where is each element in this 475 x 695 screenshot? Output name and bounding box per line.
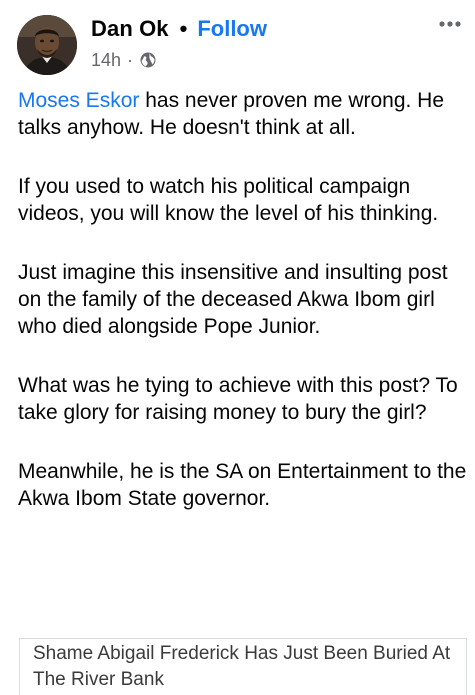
- author-name[interactable]: Dan Ok: [91, 16, 169, 42]
- link-preview-card[interactable]: Shame Abigail Frederick Has Just Been Bu…: [19, 638, 467, 695]
- post-paragraph: If you used to watch his political campa…: [18, 175, 439, 225]
- more-horizontal-icon[interactable]: [436, 12, 464, 36]
- follow-button[interactable]: Follow: [197, 16, 267, 42]
- meta-separator: ·: [127, 49, 134, 70]
- profile-photo: [17, 15, 77, 75]
- facebook-post: Dan Ok • Follow 14h · Moses Eskor has ne…: [0, 0, 475, 695]
- avatar[interactable]: [17, 15, 77, 75]
- post-paragraph: Just imagine this insensitive and insult…: [18, 261, 448, 338]
- post-header: Dan Ok • Follow 14h ·: [0, 0, 475, 80]
- mention-link[interactable]: Moses Eskor: [18, 89, 139, 112]
- separator-dot: •: [179, 16, 188, 41]
- post-timestamp[interactable]: 14h: [91, 50, 121, 71]
- post-paragraph: Meanwhile, he is the SA on Entertainment…: [18, 460, 467, 510]
- post-paragraph: What was he tying to achieve with this p…: [18, 374, 458, 424]
- author-row: Dan Ok • Follow: [91, 14, 267, 44]
- globe-icon: [139, 51, 157, 69]
- post-body: Moses Eskor has never proven me wrong. H…: [18, 87, 470, 544]
- post-paragraph: Moses Eskor has never proven me wrong. H…: [18, 87, 470, 141]
- link-preview-title: Shame Abigail Frederick Has Just Been Bu…: [33, 643, 451, 690]
- post-meta: 14h ·: [91, 48, 157, 72]
